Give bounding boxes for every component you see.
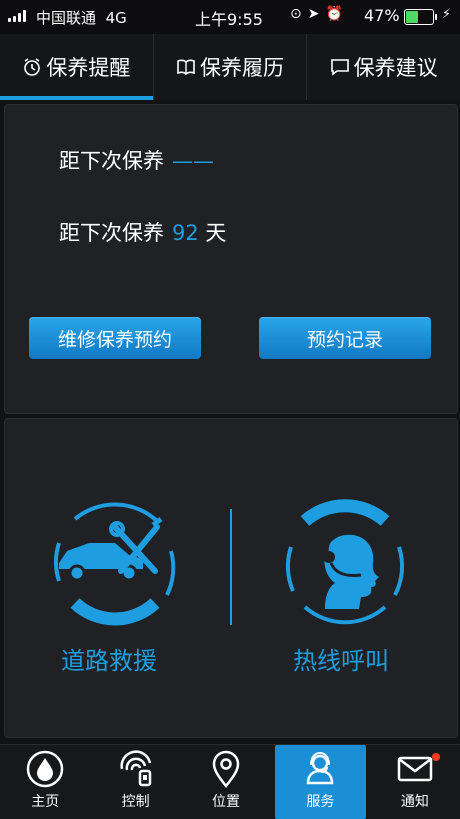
clock: 上午9:55: [195, 10, 263, 29]
next-maintenance-value: ——: [172, 149, 214, 173]
hotline-call-label: 热线呼叫: [293, 647, 389, 675]
nav-home[interactable]: 主页: [0, 745, 90, 819]
tab-bar: 保养提醒 保养履历 保养建议: [0, 34, 460, 100]
location-pin-icon: [212, 750, 240, 789]
charging-icon: ⚡: [442, 7, 452, 22]
road-rescue-label: 道路救援: [61, 647, 157, 675]
days-value: 92: [172, 221, 199, 245]
nav-label: 服务: [306, 794, 335, 810]
hotline-call-button[interactable]: [275, 491, 415, 631]
nav-label: 主页: [31, 794, 60, 810]
comment-icon: [330, 59, 349, 76]
nav-control[interactable]: 控制: [90, 745, 180, 819]
tab-maintenance-history[interactable]: 保养履历: [154, 34, 308, 100]
nav-label: 控制: [121, 794, 150, 810]
service-person-icon: [307, 751, 334, 785]
nav-label: 位置: [212, 794, 241, 810]
days-unit: 天: [205, 221, 227, 245]
nav-service[interactable]: 服务: [275, 745, 366, 819]
tab-label: 保养提醒: [46, 56, 131, 80]
home-drop-icon: [26, 750, 64, 788]
nav-notification[interactable]: 通知: [370, 745, 460, 819]
control-icon: [120, 750, 151, 787]
service-divider: [230, 509, 232, 625]
book-maintenance-button[interactable]: 维修保养预约: [29, 317, 201, 359]
signal-strength-icon: [8, 10, 26, 22]
maintenance-panel: 距下次保养 —— 距下次保养 92 天 维修保养预约 预约记录: [4, 104, 458, 414]
tab-maintenance-advice[interactable]: 保养建议: [307, 34, 460, 100]
next-maintenance-days-line: 距下次保养 92 天: [59, 221, 227, 245]
next-maintenance-line: 距下次保养 ——: [59, 149, 214, 173]
alarm-clock-icon: [24, 58, 41, 76]
tab-maintenance-reminder[interactable]: 保养提醒: [0, 34, 154, 100]
tab-label: 保养履历: [200, 56, 284, 80]
status-icons: ⊙➤⏰: [290, 6, 349, 22]
notification-badge: [432, 753, 441, 761]
tab-label: 保养建议: [353, 56, 438, 80]
services-panel: 道路救援 热线呼叫: [4, 418, 458, 738]
nav-location[interactable]: 位置: [181, 745, 271, 819]
mail-icon: [397, 756, 433, 782]
carrier-label: 中国联通 4G: [36, 9, 127, 27]
bottom-nav: 主页 控制 位置 服务 通知: [0, 744, 460, 819]
book-icon: [177, 59, 195, 76]
road-rescue-button[interactable]: [45, 491, 185, 631]
battery-icon: [404, 9, 437, 25]
booking-records-button[interactable]: 预约记录: [259, 317, 431, 359]
road-rescue-icon: [54, 502, 176, 626]
status-bar: 中国联通 4G 上午9:55 ⊙➤⏰ 47% ⚡: [0, 0, 460, 34]
nav-label: 通知: [400, 794, 429, 810]
hotline-headset-icon: [285, 499, 405, 625]
battery-percent: 47%: [364, 6, 400, 25]
